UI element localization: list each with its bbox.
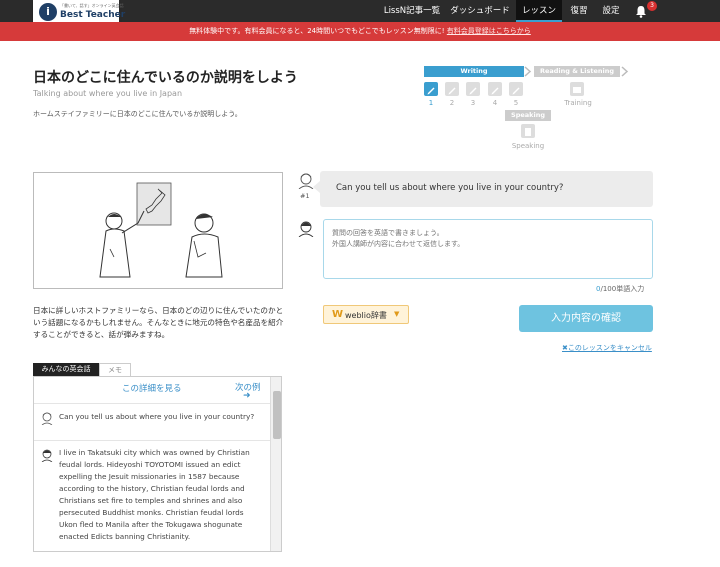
- student-avatar-icon: [41, 449, 53, 462]
- view-details-link[interactable]: この詳細を見る: [122, 382, 182, 394]
- banner-text: 無料体験中です。有料会員になると、24時間いつでもどこでもレッスン無制限に!: [189, 27, 445, 35]
- chevron-right-icon: [524, 66, 532, 77]
- lesson-description: ホームステイファミリーに日本のどこに住んでいるか説明しよう。: [33, 110, 242, 118]
- example-question-text: Can you tell us about where you live in …: [59, 412, 255, 421]
- examples-panel: この詳細を見る 次の例 ➜ Can you tell us about wher…: [33, 376, 282, 552]
- step-3-pencil-icon[interactable]: [466, 82, 480, 96]
- nav-lissn-articles[interactable]: LissN記事一覧: [381, 0, 443, 22]
- writing-phase-label: Writing: [424, 66, 524, 77]
- weblio-label: weblio辞書: [345, 311, 387, 320]
- question-bubble: Can you tell us about where you live in …: [313, 171, 653, 207]
- question-text: Can you tell us about where you live in …: [336, 183, 564, 193]
- lesson-illustration: [33, 172, 283, 289]
- question-number: #1: [300, 192, 310, 200]
- tab-memo[interactable]: メモ: [99, 363, 131, 376]
- caret-down-icon: ▼: [394, 310, 400, 318]
- reading-listening-phase-label: Reading & Listening: [534, 66, 620, 77]
- logo-name: Best Teacher: [60, 10, 126, 20]
- weblio-logo-icon: W: [332, 309, 344, 320]
- nav-review[interactable]: 復習: [566, 0, 592, 22]
- training-icon[interactable]: [570, 82, 584, 96]
- word-count-limit: /100単語入力: [600, 285, 645, 293]
- lesson-story: 日本に詳しいホストファミリーなら、日本のどの辺りに住んでいたのかという話題になる…: [33, 306, 284, 339]
- next-arrow-icon[interactable]: ➜: [243, 391, 251, 401]
- step-4-pencil-icon[interactable]: [488, 82, 502, 96]
- logo-tagline: 「書いて、話す」オンライン英会話: [60, 3, 124, 8]
- nav-dashboard[interactable]: ダッシュボード: [447, 0, 513, 22]
- step-5-pencil-icon[interactable]: [509, 82, 523, 96]
- scrollbar-thumb[interactable]: [273, 391, 281, 439]
- page-subtitle: Talking about where you live in Japan: [33, 89, 183, 98]
- example-answer-text: I live in Takatsuki city which was owned…: [59, 448, 250, 541]
- premium-signup-link[interactable]: 有料会員登録はこちらから: [447, 27, 531, 35]
- speaking-phase-label: Speaking: [505, 110, 551, 121]
- example-question-row: Can you tell us about where you live in …: [34, 405, 270, 441]
- teacher-avatar-icon: [41, 412, 53, 425]
- confirm-input-button[interactable]: 入力内容の確認: [519, 305, 653, 332]
- examples-scrollbar[interactable]: [270, 377, 281, 551]
- tab-community-conversations[interactable]: みんなの英会話: [33, 363, 99, 376]
- cancel-lesson-link[interactable]: ✖このレッスンをキャンセル: [562, 343, 652, 353]
- speaking-sub-label: Speaking: [511, 142, 545, 150]
- examples-panel-header: この詳細を見る 次の例 ➜: [34, 377, 270, 404]
- step-number-4: 4: [492, 99, 498, 107]
- step-2-pencil-icon[interactable]: [445, 82, 459, 96]
- page-title: 日本のどこに住んでいるのか説明をしよう: [33, 70, 298, 86]
- step-number-5: 5: [513, 99, 519, 107]
- student-avatar-icon: [298, 221, 314, 237]
- step-number-3: 3: [470, 99, 476, 107]
- nav-lesson[interactable]: レッスン: [516, 0, 562, 22]
- chevron-right-icon: [621, 66, 629, 77]
- notification-badge: 3: [647, 1, 657, 11]
- answer-input[interactable]: [323, 219, 653, 279]
- speaking-icon[interactable]: [521, 124, 535, 138]
- trial-banner: 無料体験中です。有料会員になると、24時間いつでもどこでもレッスン無制限に! 有…: [0, 22, 720, 41]
- weblio-dictionary-button[interactable]: W weblio辞書 ▼: [323, 305, 409, 324]
- training-label: Training: [564, 99, 592, 107]
- example-answer-row: I live in Takatsuki city which was owned…: [34, 442, 270, 551]
- word-count: 0/100単語入力: [596, 284, 644, 294]
- logo-mark-icon: i: [39, 3, 57, 21]
- nav-settings[interactable]: 設定: [596, 0, 626, 22]
- step-1-pencil-icon[interactable]: [424, 82, 438, 96]
- two-men-with-map-illustration: [99, 182, 223, 278]
- bell-icon[interactable]: [634, 5, 648, 18]
- step-number-2: 2: [449, 99, 455, 107]
- step-number-1: 1: [428, 99, 434, 107]
